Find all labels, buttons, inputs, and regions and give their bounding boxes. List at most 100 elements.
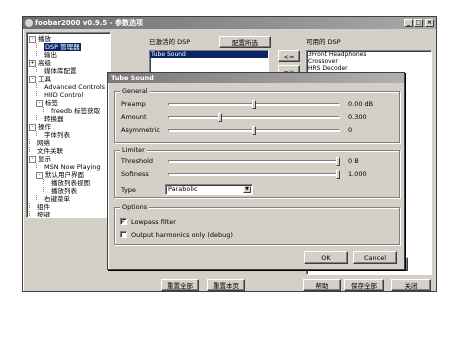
tree-item[interactable]: DSP 管理器 bbox=[36, 43, 81, 51]
collapse-icon[interactable]: - bbox=[29, 156, 36, 163]
tree-item[interactable]: - 默认用户界面 bbox=[36, 171, 84, 179]
tree-item[interactable]: 输出 bbox=[36, 51, 57, 59]
list-item[interactable]: 3Front Headphones bbox=[307, 51, 431, 58]
tree-item-label: 播放 bbox=[38, 35, 51, 43]
tree-item-label: 字体列表 bbox=[44, 131, 70, 139]
tree-leaf-icon bbox=[29, 139, 35, 144]
asymmetric-slider-thumb[interactable] bbox=[252, 125, 256, 135]
tree-item-label: DSP 管理器 bbox=[44, 43, 81, 51]
tree-item[interactable]: - 显示 bbox=[29, 155, 51, 163]
tube-sound-title-bar[interactable]: Tube Sound bbox=[108, 73, 404, 83]
threshold-label: Threshold bbox=[121, 157, 154, 165]
tree-leaf-icon bbox=[36, 195, 42, 200]
help-button[interactable]: 帮助 bbox=[303, 279, 341, 291]
amount-slider-thumb[interactable] bbox=[218, 112, 223, 122]
list-item[interactable]: Tube Sound bbox=[150, 51, 268, 58]
list-item[interactable]: HRS Decoder bbox=[307, 65, 431, 72]
tree-item[interactable]: 网络 bbox=[29, 139, 50, 147]
save-all-button[interactable]: 保存全部 bbox=[344, 279, 384, 291]
tree-item[interactable]: 按键 bbox=[29, 211, 50, 218]
tree-item[interactable]: 转换器 bbox=[36, 115, 64, 123]
collapse-icon[interactable]: - bbox=[29, 76, 36, 83]
tree-item-label: MSN Now Playing bbox=[44, 163, 101, 171]
reset-all-button[interactable]: 重置全部 bbox=[161, 279, 199, 291]
tree-item[interactable]: 组件 bbox=[29, 203, 50, 211]
maximize-button[interactable]: □ bbox=[414, 19, 423, 27]
tree-item[interactable]: - 播放 bbox=[29, 35, 51, 43]
tree-leaf-icon bbox=[36, 163, 42, 168]
threshold-slider-thumb[interactable] bbox=[336, 156, 340, 166]
limiter-group-label: Limiter bbox=[120, 146, 147, 154]
options-group: Options bbox=[114, 203, 400, 245]
tree-leaf-icon bbox=[36, 67, 42, 72]
foobar-app-icon bbox=[25, 19, 33, 27]
close-button[interactable]: 关闭 bbox=[391, 279, 431, 291]
asymmetric-value: 0 bbox=[348, 126, 353, 134]
tree-item-label: 播放列表 bbox=[51, 187, 77, 195]
amount-value: 0.300 bbox=[348, 113, 367, 121]
collapse-icon[interactable]: - bbox=[29, 124, 36, 131]
reset-page-button[interactable]: 重置本页 bbox=[207, 279, 245, 291]
tree-item[interactable]: 播放列表视图 bbox=[43, 179, 90, 187]
list-item[interactable]: Crossover bbox=[307, 58, 431, 65]
tree-item-label: 网络 bbox=[37, 139, 50, 147]
tree-leaf-icon bbox=[43, 107, 49, 112]
preamp-value: 0.00 dB bbox=[348, 100, 374, 108]
active-dsp-label: 已激活的 DSP bbox=[149, 38, 191, 46]
tree-item[interactable]: - 工具 bbox=[29, 75, 51, 83]
preamp-slider-thumb[interactable] bbox=[252, 99, 256, 109]
lowpass-filter-label: Lowpass filter bbox=[131, 218, 176, 226]
tree-leaf-icon bbox=[36, 131, 42, 136]
amount-slider[interactable] bbox=[168, 116, 340, 119]
preferences-tree[interactable]: - 播放 DSP 管理器 输出 + 高级 媒体库配置 - 工具 Advanced Controls… bbox=[26, 32, 111, 218]
expand-icon[interactable]: + bbox=[29, 60, 36, 67]
cancel-button[interactable]: Cancel bbox=[353, 251, 397, 264]
tree-item[interactable]: HIID Control bbox=[36, 91, 83, 99]
tree-leaf-icon bbox=[36, 91, 42, 96]
tree-item-label: 右键菜单 bbox=[44, 195, 70, 203]
preferences-title: foobar2000 v0.9.5 - 参数选项 bbox=[35, 19, 144, 27]
collapse-icon[interactable]: - bbox=[29, 36, 36, 43]
tree-item-label: 按键 bbox=[37, 211, 50, 218]
tree-leaf-icon bbox=[29, 211, 35, 216]
close-window-button[interactable]: × bbox=[425, 19, 434, 27]
collapse-icon[interactable]: - bbox=[36, 172, 43, 179]
tree-item[interactable]: freedb 标签获取 bbox=[43, 107, 100, 115]
tree-leaf-icon bbox=[29, 147, 35, 152]
tree-item-label: 显示 bbox=[38, 155, 51, 163]
collapse-icon[interactable]: - bbox=[36, 100, 43, 107]
tree-item[interactable]: 右键菜单 bbox=[36, 195, 70, 203]
tree-item-label: 输出 bbox=[44, 51, 57, 59]
threshold-slider[interactable] bbox=[168, 160, 340, 163]
harmonics-only-checkbox[interactable] bbox=[120, 231, 127, 238]
harmonics-only-label: Output harmonics only (debug) bbox=[131, 231, 233, 239]
threshold-value: 0 B bbox=[348, 157, 359, 165]
tree-item[interactable]: - 标签 bbox=[36, 99, 58, 107]
tree-item-label: 操作 bbox=[38, 123, 51, 131]
tree-item-label: freedb 标签获取 bbox=[51, 107, 101, 115]
tree-item[interactable]: 字体列表 bbox=[36, 131, 70, 139]
preamp-label: Preamp bbox=[121, 100, 146, 108]
configure-selected-button[interactable]: 配置所选 bbox=[219, 36, 271, 48]
lowpass-filter-checkbox[interactable]: ✓ bbox=[120, 218, 127, 225]
tree-item[interactable]: 媒体库配置 bbox=[36, 67, 77, 75]
tree-item[interactable]: 文件关联 bbox=[29, 147, 63, 155]
tree-leaf-icon bbox=[29, 203, 35, 208]
minimize-button[interactable]: _ bbox=[404, 19, 413, 27]
tree-item[interactable]: Advanced Controls bbox=[36, 83, 105, 91]
type-label: Type bbox=[121, 186, 136, 194]
limiter-type-select[interactable]: Parabolic ▼ bbox=[165, 184, 253, 195]
move-left-button[interactable]: <= bbox=[278, 50, 300, 62]
tree-item[interactable]: MSN Now Playing bbox=[36, 163, 101, 171]
softness-slider[interactable] bbox=[168, 173, 340, 176]
softness-slider-thumb[interactable] bbox=[336, 169, 340, 179]
tree-item[interactable]: 播放列表 bbox=[43, 187, 77, 195]
tree-leaf-icon bbox=[36, 115, 42, 120]
preferences-title-bar[interactable]: foobar2000 v0.9.5 - 参数选项 _ □ × bbox=[23, 17, 436, 29]
tree-item[interactable]: + 高级 bbox=[29, 59, 51, 67]
tree-item[interactable]: - 操作 bbox=[29, 123, 51, 131]
available-dsp-label: 可用的 DSP bbox=[306, 38, 341, 46]
ok-button[interactable]: OK bbox=[304, 251, 348, 264]
tree-item-label: 组件 bbox=[37, 203, 50, 211]
asymmetric-label: Asymmetric bbox=[121, 126, 160, 134]
